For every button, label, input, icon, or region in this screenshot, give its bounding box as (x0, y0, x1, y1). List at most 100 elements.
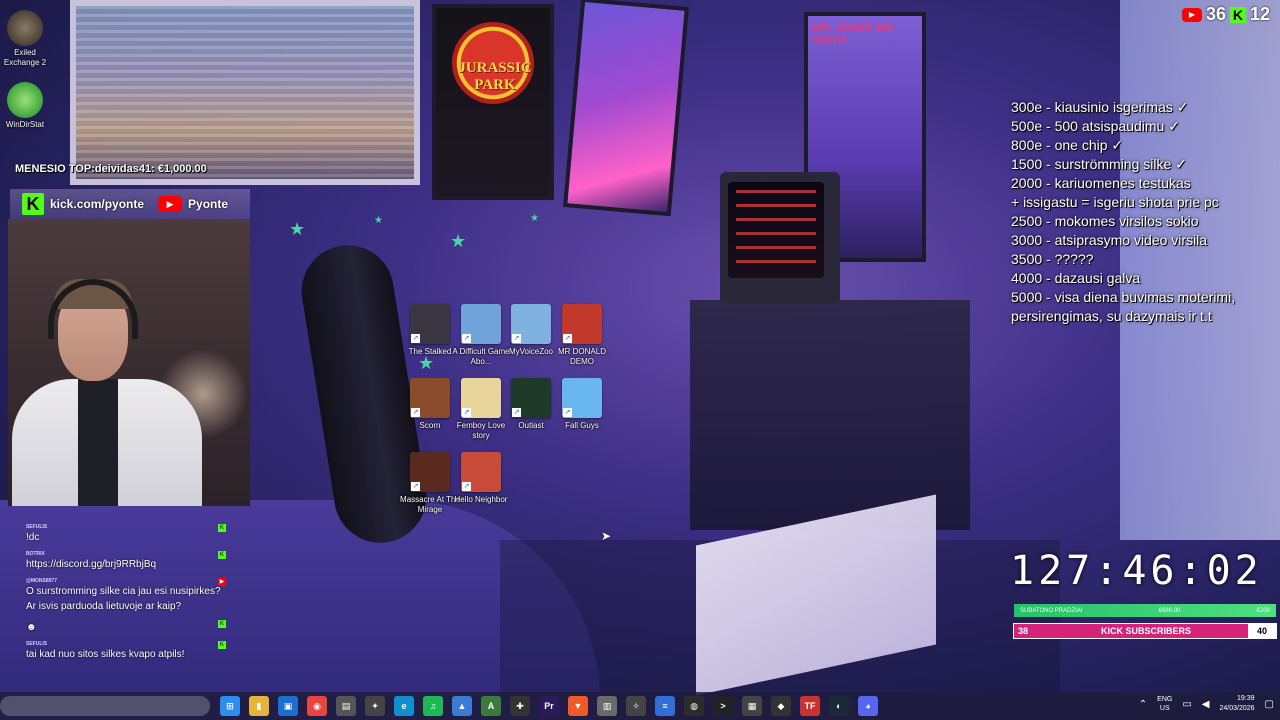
chevron-up-icon[interactable]: ⌃ (1139, 699, 1147, 710)
goal-item: 3500 - ????? (1011, 251, 1094, 267)
app7-icon[interactable]: ◆ (771, 696, 791, 716)
monthly-top-donor: MENESIO TOP:deividas41: €1,000.00 (15, 163, 207, 175)
goal-item: 2500 - mokomes virsilos sokio (1011, 213, 1199, 229)
edge-icon[interactable]: e (394, 696, 414, 716)
kick-badge-icon: K (218, 524, 226, 532)
app4-icon[interactable]: ▥ (597, 696, 617, 716)
shortcut-arrow-icon: ↗ (512, 334, 521, 343)
kick-handle: kick.com/pyonte (50, 197, 145, 211)
steam-icon[interactable]: ◐ (829, 696, 849, 716)
desktop-app-label: Fall Guys (565, 421, 599, 430)
spotify-icon[interactable]: ♫ (423, 696, 443, 716)
kick-logo-icon: K (22, 193, 44, 215)
goal-item: + issigastu = isgeriu shota prie pc (1011, 194, 1219, 210)
chat-text: https://discord.gg/brj9RRbjBq (26, 559, 157, 570)
windows-icon[interactable]: ⊞ (220, 696, 240, 716)
notification-icon[interactable]: ▢ (1265, 699, 1274, 710)
batman-poster (563, 0, 689, 217)
app6-icon[interactable]: ▦ (742, 696, 762, 716)
desktop-app-icon[interactable]: ↗ MR DONALD DEMO (552, 304, 612, 367)
kick-badge-icon: K (218, 551, 226, 559)
terminal-icon[interactable]: > (713, 696, 733, 716)
desktop-app-icon[interactable]: ↗ Fall Guys (552, 378, 612, 431)
goal-item: persirengimas, su dazymais ir t.t (1011, 308, 1212, 324)
subathon-bar-current: €686.00 (1158, 607, 1181, 614)
discord-icon[interactable]: ◕ (858, 696, 878, 716)
desktop-app-icon[interactable]: ↗ Hello Neighbor (451, 452, 511, 505)
goal-item: 1500 - surströmming silke ✓ (1011, 156, 1187, 172)
app-thumbnail-icon: ↗ (562, 304, 602, 344)
subs-goal: 40 (1248, 624, 1276, 638)
background-window (70, 0, 420, 185)
subs-current: 38 (1018, 626, 1029, 636)
app-thumbnail-icon: ↗ (410, 378, 450, 418)
brave-icon[interactable]: ▼ (568, 696, 588, 716)
premiere-icon[interactable]: Pr (539, 696, 559, 716)
goal-item: 300e - kiausinio isgerimas ✓ (1011, 99, 1189, 115)
app-thumbnail-icon: ↗ (511, 304, 551, 344)
language-indicator[interactable]: ENG US (1157, 695, 1172, 713)
subs-label: KICK SUBSCRIBERS (1100, 626, 1191, 636)
store-icon[interactable]: ▣ (278, 696, 298, 716)
goal-item: 3000 - atsiprasymo video virsila (1011, 232, 1208, 248)
app-thumbnail-icon: ↗ (461, 378, 501, 418)
shortcut-arrow-icon: ↗ (462, 482, 471, 491)
windirstat-icon (7, 82, 43, 118)
language-code: ENG (1157, 696, 1173, 703)
network-icon[interactable]: ▭ (1182, 699, 1191, 710)
app-thumbnail-icon: ↗ (511, 378, 551, 418)
goal-item: 800e - one chip ✓ (1011, 137, 1124, 153)
subathon-timer: 127:46:02 (1010, 548, 1263, 594)
jurassic-park-poster: JURASSIC PARK (432, 4, 554, 200)
shortcut-arrow-icon: ↗ (462, 408, 471, 417)
shortcut-arrow-icon: ↗ (411, 334, 420, 343)
app-thumbnail-icon: ↗ (461, 452, 501, 492)
goal-item: 5000 - visa diena buvimas moterimi, (1011, 289, 1236, 305)
taskbar-apps: ⊞ ▮ ▣ ◉ ▤ ✦ e ♫ ▲ A ✚ Pr ▼ ▥ ✧ ≡ ◍ > ▦ ◆ TF ◐ ◕ (220, 696, 878, 716)
tf-icon[interactable]: TF (800, 696, 820, 716)
star-decoration: ★ (450, 231, 467, 251)
files-icon[interactable]: ▮ (249, 696, 269, 716)
game-icon[interactable]: A (481, 696, 501, 716)
shortcut-arrow-icon: ↗ (563, 408, 572, 417)
app5-icon[interactable]: ✧ (626, 696, 646, 716)
chat-message: BOTRIX https://discord.gg/brj9RRbjBq K (22, 549, 230, 576)
donation-goals-list: 300e - kiausinio isgerimas ✓ 500e - 500 … (1011, 98, 1280, 326)
obs-icon[interactable]: ◍ (684, 696, 704, 716)
chat-text: tai kad nuo sitos silkes kvapo atpils! (26, 649, 185, 660)
chrome-icon[interactable]: ◉ (307, 696, 327, 716)
clock-time: 19:39 (1237, 695, 1255, 702)
youtube-handle: Pyonte (188, 197, 229, 211)
mouse-cursor-icon: ➤ (601, 529, 612, 543)
app2-icon[interactable]: ✦ (365, 696, 385, 716)
desktop-app-label: MR DONALD DEMO (557, 347, 606, 366)
taskbar-search[interactable] (0, 696, 210, 716)
exiled-exchange-icon (7, 10, 43, 46)
shortcut-arrow-icon: ↗ (563, 334, 572, 343)
desktop-app-label: Hello Neighbor (454, 495, 508, 504)
chat-overlay: SEFULIS !dc K BOTRIX https://discord.gg/brj9… (22, 522, 230, 666)
desktop-shortcut[interactable]: Exiled Exchange 2 (0, 10, 50, 68)
volume-icon[interactable]: ◀ (1202, 699, 1210, 710)
goal-item: 500e - 500 atsispaudimu ✓ (1011, 118, 1180, 134)
photos-icon[interactable]: ▲ (452, 696, 472, 716)
webcam-feed (8, 219, 250, 506)
chat-message: @MONS8977 O surstromming silke cia jau es… (22, 576, 230, 618)
subathon-bar-label: SUBATONO PRADZIAI (1020, 607, 1083, 614)
clock-date: 24/03/2026 (1219, 705, 1255, 712)
taskbar-clock[interactable]: 19:39 24/03/2026 (1220, 694, 1255, 714)
chat-text: !dc (26, 532, 40, 543)
kick-badge-icon: K (218, 641, 226, 649)
kick-subscribers-bar: 38 KICK SUBSCRIBERS 40 (1013, 623, 1277, 639)
region-code: US (1159, 705, 1170, 712)
social-bar: K kick.com/pyonte ▶ Pyonte (10, 189, 250, 219)
goal-item: 4000 - dazausi galva (1011, 270, 1141, 286)
youtube-icon: ▶ (1181, 7, 1202, 22)
app-thumbnail-icon: ↗ (461, 304, 501, 344)
desktop-shortcut[interactable]: WinDirStat (0, 82, 50, 130)
app3-icon[interactable]: ✚ (510, 696, 530, 716)
shortcut-arrow-icon: ↗ (512, 408, 521, 417)
notepad-icon[interactable]: ≡ (655, 696, 675, 716)
app-icon[interactable]: ▤ (336, 696, 356, 716)
kick-icon: K (1229, 6, 1246, 23)
